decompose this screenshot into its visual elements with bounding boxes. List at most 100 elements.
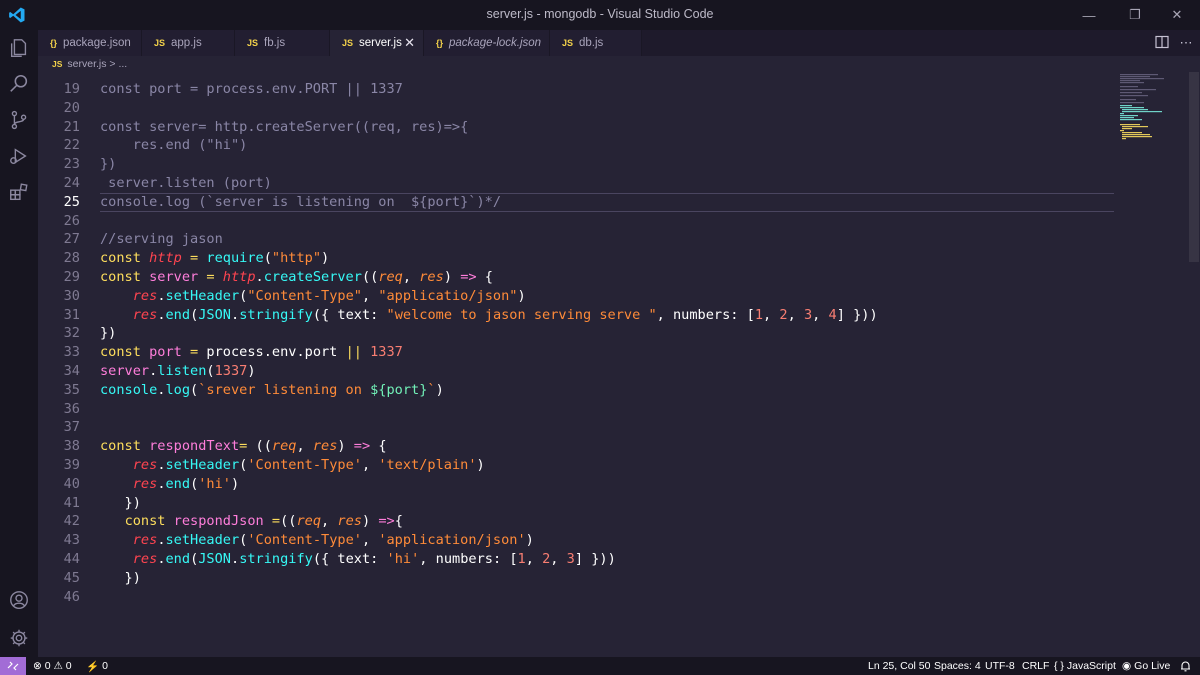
line-number: 38 [63, 438, 80, 455]
status-bar: ⊗ 0 ⚠ 0 ⚡ 0 Ln 25, Col 50 Spaces: 4 UTF-… [0, 657, 1200, 675]
line-number: 32 [63, 325, 80, 342]
end-of-line[interactable]: CRLF [1022, 657, 1049, 675]
line-code: }) [100, 494, 141, 511]
js-file-icon: JS [247, 38, 259, 48]
code-line[interactable]: 24 server.listen (port) [38, 174, 1118, 193]
run-debug-icon[interactable] [0, 138, 38, 174]
accounts-icon[interactable] [0, 582, 38, 618]
code-line[interactable]: 46 [38, 588, 1118, 607]
code-line[interactable]: 34 server.listen(1337) [38, 362, 1118, 381]
code-line[interactable]: 35 console.log(`srever listening on ${por… [38, 381, 1118, 400]
code-line[interactable]: 31 res.end(JSON.stringify({ text: "welco… [38, 306, 1118, 325]
close-tab-icon[interactable]: ✕ [404, 35, 415, 51]
tab-db-js[interactable]: JS db.js [550, 30, 642, 56]
problems-indicator[interactable]: ⊗ 0 ⚠ 0 [33, 657, 72, 675]
indentation[interactable]: Spaces: 4 [934, 657, 981, 675]
line-code: const respondText= ((req, res) => { [100, 438, 387, 455]
language-mode[interactable]: { } JavaScript [1054, 657, 1116, 675]
js-file-icon: JS [342, 38, 354, 48]
search-icon[interactable] [0, 66, 38, 102]
line-code: res.setHeader('Content-Type', 'applicati… [132, 532, 534, 549]
ports-indicator[interactable]: ⚡ 0 [86, 657, 108, 675]
code-line[interactable]: 20 [38, 99, 1118, 118]
line-code: const port = process.env.port || 1337 [100, 344, 403, 361]
code-line[interactable]: 26 [38, 212, 1118, 231]
line-code: server.listen (port) [100, 175, 272, 191]
line-code: res.setHeader("Content-Type", "applicati… [132, 287, 526, 304]
line-number: 45 [63, 569, 80, 586]
breadcrumb: JS server.js > ... [38, 56, 1200, 72]
line-code: const http = require("http") [100, 250, 330, 267]
code-line[interactable]: 28 const http = require("http") [38, 249, 1118, 268]
line-number: 22 [63, 137, 80, 154]
more-actions-icon[interactable]: ⋯ [1178, 35, 1194, 51]
breadcrumb-path[interactable]: server.js > ... [67, 58, 127, 70]
encoding[interactable]: UTF-8 [985, 657, 1015, 675]
json-file-icon: {} [436, 38, 444, 48]
line-number: 34 [63, 363, 80, 379]
cursor-position[interactable]: Ln 25, Col 50 [868, 657, 930, 675]
go-live-button[interactable]: ◉ Go Live [1122, 657, 1170, 675]
broadcast-icon: ⚡ [86, 660, 100, 673]
line-number: 35 [63, 381, 80, 398]
line-number: 39 [63, 457, 80, 473]
manage-gear-icon[interactable] [0, 620, 38, 656]
line-code: }) [100, 156, 117, 173]
code-line[interactable]: 43 res.setHeader('Content-Type', 'applic… [38, 531, 1118, 550]
tab-fb-js[interactable]: JS fb.js [235, 30, 330, 56]
minimize-button[interactable]: — [1066, 0, 1112, 30]
line-number: 36 [63, 400, 80, 417]
scrollbar-thumb[interactable] [1189, 72, 1199, 262]
js-file-icon: JS [52, 59, 63, 69]
code-line[interactable]: 29 const server = http.createServer((req,… [38, 268, 1118, 287]
code-line[interactable]: 38 const respondText= ((req, res) => { [38, 437, 1118, 456]
code-line[interactable]: 45 }) [38, 569, 1118, 588]
tab-package-json[interactable]: {} package.json [38, 30, 142, 56]
code-line[interactable]: 41 }) [38, 494, 1118, 513]
close-window-button[interactable]: ✕ [1154, 0, 1200, 30]
code-line[interactable]: 21 const server= http.createServer((req, … [38, 118, 1118, 137]
code-line[interactable]: 33 const port = process.env.port || 1337 [38, 343, 1118, 362]
line-number: 41 [63, 494, 80, 511]
code-line[interactable]: 32}) [38, 324, 1118, 343]
source-control-icon[interactable] [0, 102, 38, 138]
code-line[interactable]: 19 const port = process.env.PORT || 1337 [38, 80, 1118, 99]
code-line[interactable]: 27 //serving jason [38, 230, 1118, 249]
line-code: res.end(JSON.stringify({ text: "welcome … [132, 306, 878, 323]
split-editor-icon[interactable] [1154, 35, 1170, 51]
vertical-scrollbar[interactable] [1186, 72, 1200, 657]
line-number: 42 [63, 513, 80, 530]
line-code: console.log(`srever listening on ${port}… [100, 381, 444, 398]
line-number: 30 [63, 287, 80, 304]
line-code: }) [100, 569, 141, 586]
line-number: 29 [63, 269, 80, 285]
line-number: 43 [63, 532, 80, 549]
line-code: const respondJson =((req, res) =>{ [124, 513, 403, 530]
tab-server-js[interactable]: JS server.js ✕ [330, 30, 424, 56]
explorer-icon[interactable] [0, 30, 38, 66]
code-line[interactable]: 39 res.setHeader('Content-Type', 'text/p… [38, 456, 1118, 475]
line-code: res.end('hi') [132, 475, 240, 492]
code-line[interactable]: 30 res.setHeader("Content-Type", "applic… [38, 287, 1118, 306]
current-line-highlight [100, 192, 1114, 212]
code-line[interactable]: 42 const respondJson =((req, res) =>{ [38, 512, 1118, 531]
notifications-bell-icon[interactable] [1180, 657, 1191, 675]
extensions-icon[interactable] [0, 174, 38, 210]
editor-tabs: {} package.json JS app.js JS fb.js JS se… [38, 30, 1200, 56]
remote-indicator-icon[interactable] [0, 657, 26, 675]
tab-package-lock-json[interactable]: {} package-lock.json [424, 30, 550, 56]
line-code: res.end(JSON.stringify({ text: 'hi', num… [132, 551, 616, 567]
line-number: 33 [63, 344, 80, 361]
code-editor[interactable]: 19 const port = process.env.PORT || 1337 2… [38, 72, 1118, 657]
code-line[interactable]: 37 [38, 418, 1118, 437]
code-line[interactable]: 40 res.end('hi') [38, 475, 1118, 494]
line-number: 46 [63, 588, 80, 605]
tab-app-js[interactable]: JS app.js [142, 30, 235, 56]
code-line[interactable]: 36 [38, 400, 1118, 419]
code-line[interactable]: 23}) [38, 155, 1118, 174]
minimap[interactable] [1118, 72, 1186, 142]
restore-button[interactable]: ❐ [1112, 0, 1158, 30]
code-line[interactable]: 44 res.end(JSON.stringify({ text: 'hi', … [38, 550, 1118, 569]
line-code: //serving jason [100, 231, 223, 248]
code-line[interactable]: 22 res.end ("hi") [38, 136, 1118, 155]
